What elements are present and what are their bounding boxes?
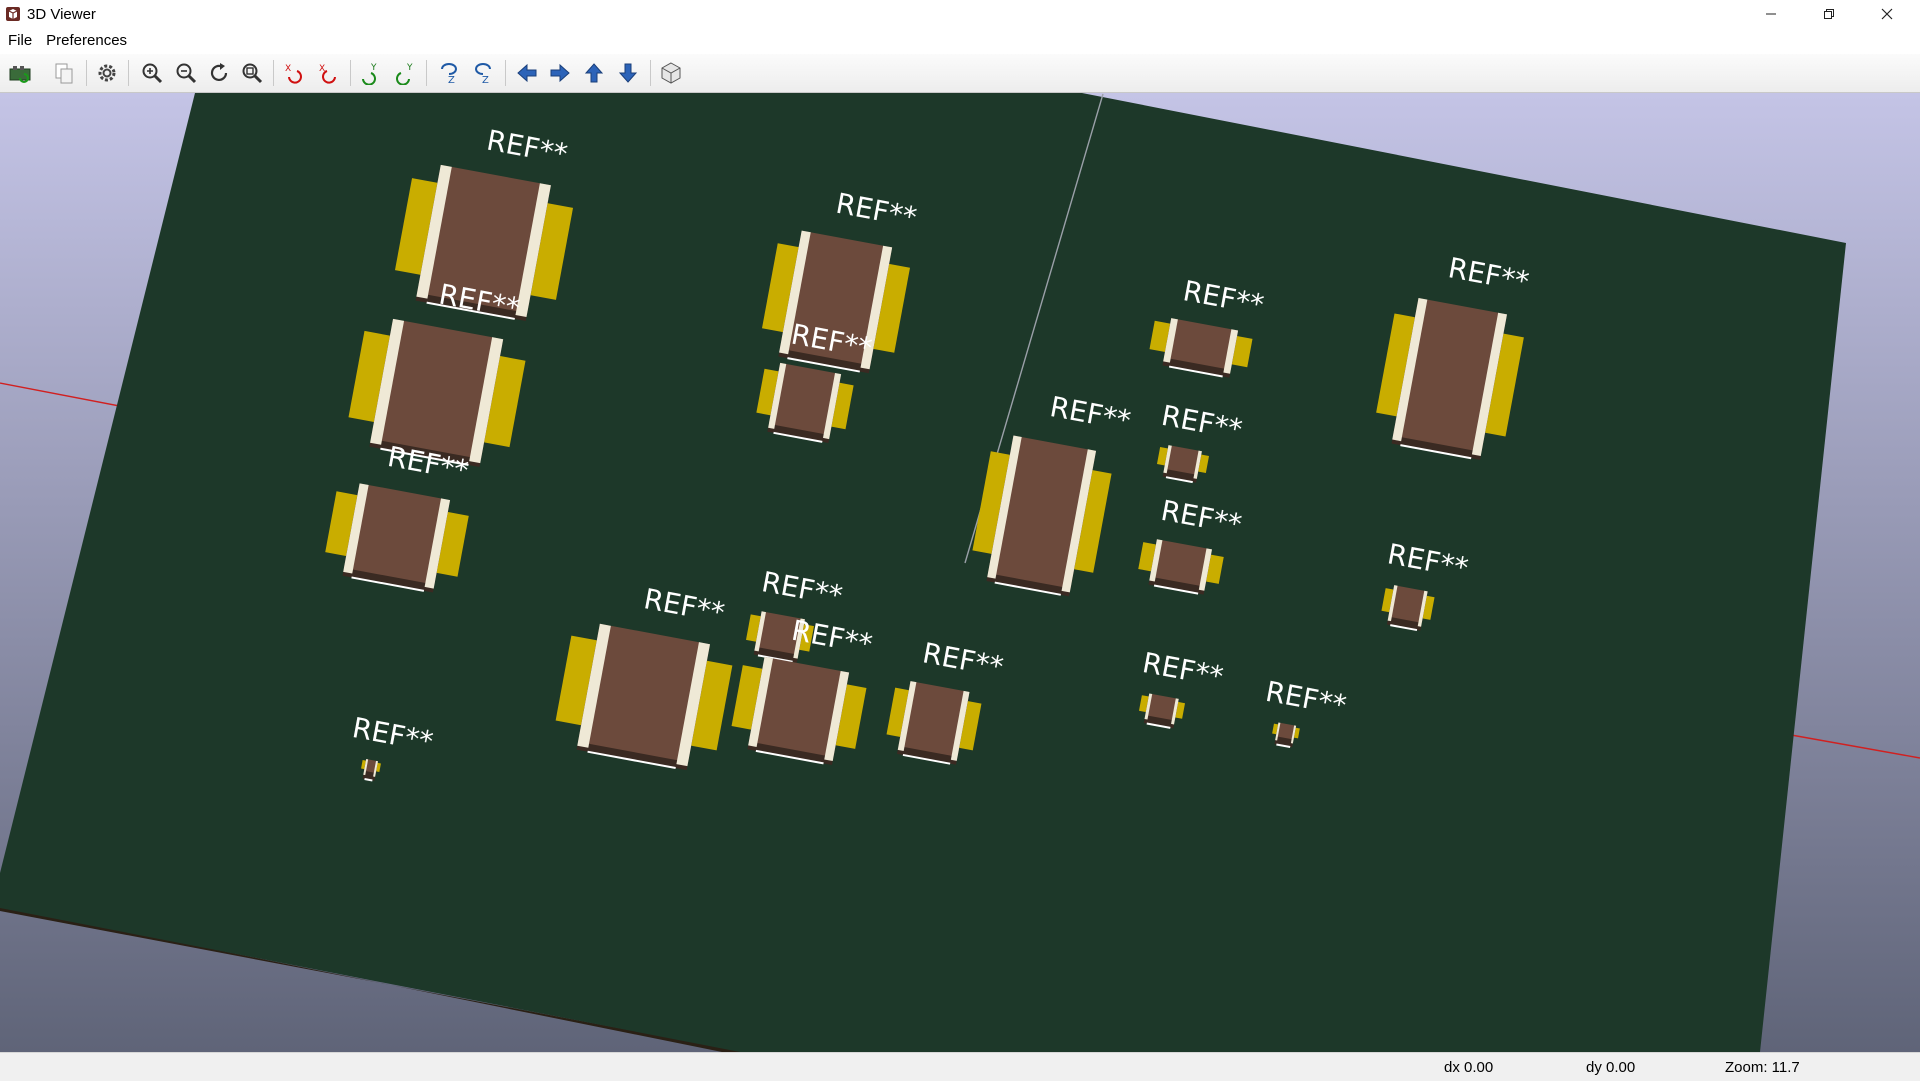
window-title: 3D Viewer	[27, 5, 96, 23]
svg-text:X: X	[285, 64, 291, 74]
rotate-y-ccw-button[interactable]: Y	[391, 59, 419, 87]
rotate-z-ccw-icon: Z	[475, 63, 491, 85]
minimize-icon	[1766, 13, 1776, 15]
rotate-x-ccw-button[interactable]: X	[315, 59, 343, 87]
zoom-out-icon	[176, 63, 197, 84]
svg-text:Z: Z	[482, 75, 489, 85]
menu-bar: File Preferences	[0, 28, 1920, 54]
orthographic-toggle-button[interactable]	[657, 59, 685, 87]
svg-text:Y: Y	[370, 63, 377, 73]
arrow-up-icon	[584, 63, 604, 83]
rotate-z-cw-button[interactable]: Z	[435, 59, 463, 87]
toolbar-separator	[650, 60, 651, 86]
rotate-x-cw-icon: X	[285, 64, 302, 84]
close-button[interactable]	[1858, 0, 1916, 28]
status-zoom: Zoom: 11.7	[1725, 1059, 1800, 1076]
toolbar-separator	[128, 60, 129, 86]
pan-up-button[interactable]	[580, 59, 608, 87]
cube-icon	[661, 62, 681, 84]
reload-board-button[interactable]	[6, 59, 34, 87]
zoom-in-button[interactable]	[138, 59, 166, 87]
zoom-fit-icon	[242, 63, 263, 84]
status-bar: dx 0.00 dy 0.00 Zoom: 11.7	[0, 1052, 1920, 1081]
copy-to-clipboard-button[interactable]	[50, 59, 78, 87]
menu-file[interactable]: File	[0, 28, 38, 54]
svg-text:Z: Z	[448, 75, 455, 85]
minimize-button[interactable]	[1742, 0, 1800, 28]
toolbar-separator	[350, 60, 351, 86]
status-dx: dx 0.00	[1444, 1059, 1494, 1076]
rotate-x-ccw-icon: X	[319, 64, 336, 84]
close-icon	[1881, 8, 1893, 20]
rotate-x-cw-button[interactable]: X	[281, 59, 309, 87]
3d-viewer-app-icon	[6, 7, 20, 21]
toolbar-separator	[273, 60, 274, 86]
arrow-right-icon	[550, 63, 570, 83]
pan-down-button[interactable]	[614, 59, 642, 87]
pcb-board	[0, 93, 1846, 1052]
toolbar-separator	[426, 60, 427, 86]
3d-scene-canvas[interactable]: REF**REF**REF** REF**REF**REF**REF**REF**…	[0, 93, 1920, 1052]
zoom-fit-button[interactable]	[238, 59, 266, 87]
arrow-left-icon	[517, 63, 537, 83]
zoom-out-button[interactable]	[172, 59, 200, 87]
pan-left-button[interactable]	[513, 59, 541, 87]
status-dy: dy 0.00	[1586, 1059, 1636, 1076]
toolbar-separator	[505, 60, 506, 86]
redraw-button[interactable]	[205, 59, 233, 87]
arrow-down-icon	[618, 63, 638, 83]
restore-icon	[1824, 9, 1834, 19]
rotate-y-cw-icon: Y	[362, 63, 377, 85]
gear-icon	[98, 64, 116, 82]
options-button[interactable]	[93, 59, 121, 87]
toolbar: X X Y Y Z Z	[0, 54, 1920, 93]
restore-button[interactable]	[1800, 0, 1858, 28]
redraw-icon	[210, 63, 228, 82]
zoom-in-icon	[142, 63, 163, 84]
rotate-z-cw-icon: Z	[441, 63, 457, 85]
rotate-y-cw-button[interactable]: Y	[357, 59, 385, 87]
rotate-z-ccw-button[interactable]: Z	[469, 59, 497, 87]
rotate-y-ccw-icon: Y	[396, 63, 413, 85]
3d-viewport[interactable]: REF** REF** REF** REF** REF** REF** REF** REF**…	[0, 93, 1920, 1052]
title-bar: 3D Viewer	[0, 0, 1920, 28]
menu-preferences[interactable]: Preferences	[38, 28, 133, 54]
pan-right-button[interactable]	[546, 59, 574, 87]
svg-text:Y: Y	[406, 63, 413, 73]
copy-icon	[55, 63, 73, 84]
reload-board-icon	[9, 66, 31, 83]
toolbar-separator	[86, 60, 87, 86]
